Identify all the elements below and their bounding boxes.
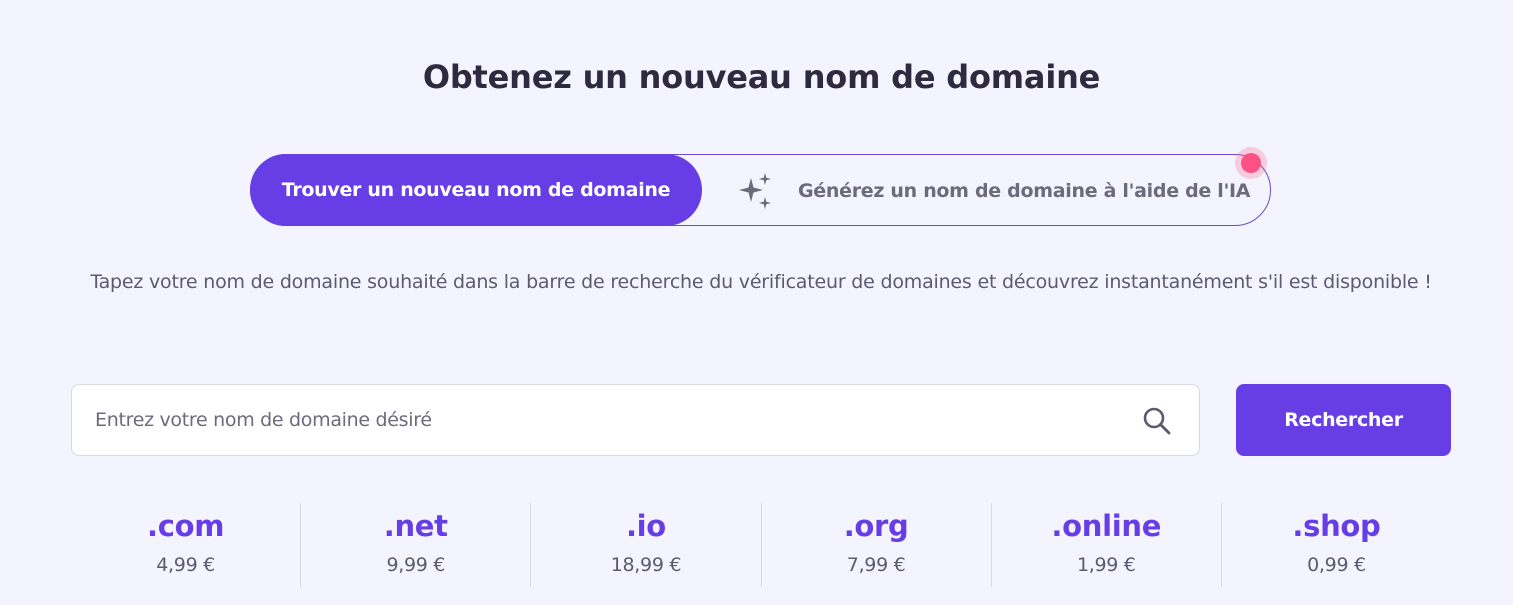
ai-generate-tab[interactable]: Générez un nom de domaine à l'aide de l'… xyxy=(737,155,1251,227)
tld-extension: .io xyxy=(625,509,666,543)
tld-extension: .net xyxy=(383,509,448,543)
tld-item-shop[interactable]: .shop 0,99 € xyxy=(1220,503,1451,587)
tld-price: 18,99 € xyxy=(610,554,682,576)
notification-dot xyxy=(1241,153,1261,173)
domain-search-box xyxy=(71,384,1200,456)
tld-extension: .org xyxy=(843,509,909,543)
tld-price: 7,99 € xyxy=(846,554,906,576)
tld-item-io[interactable]: .io 18,99 € xyxy=(530,503,760,587)
tld-item-org[interactable]: .org 7,99 € xyxy=(760,503,991,587)
tld-extension: .online xyxy=(1051,509,1162,543)
tld-price: 9,99 € xyxy=(386,554,446,576)
page-title: Obtenez un nouveau nom de domaine xyxy=(422,58,1101,96)
tld-price: 4,99 € xyxy=(156,554,215,576)
domain-search-input[interactable] xyxy=(72,385,1112,455)
tld-price-list: .com 4,99 € .net 9,99 € .io 18,99 € .org… xyxy=(71,503,1451,587)
tld-item-online[interactable]: .online 1,99 € xyxy=(990,503,1221,587)
search-button[interactable]: Rechercher xyxy=(1236,384,1451,456)
domain-mode-toggle: Trouver un nouveau nom de domaine Génére… xyxy=(250,147,1271,227)
tld-price: 0,99 € xyxy=(1307,554,1366,576)
find-domain-tab[interactable]: Trouver un nouveau nom de domaine xyxy=(250,154,702,226)
sparkles-icon xyxy=(739,173,771,209)
ai-generate-tab-label: Générez un nom de domaine à l'aide de l'… xyxy=(798,180,1251,202)
find-domain-tab-label: Trouver un nouveau nom de domaine xyxy=(281,179,671,201)
tld-extension: .shop xyxy=(1292,509,1381,543)
tld-extension: .com xyxy=(147,509,225,543)
search-icon[interactable] xyxy=(1142,406,1172,436)
description-text: Tapez votre nom de domaine souhaité dans… xyxy=(90,271,1432,293)
tld-price: 1,99 € xyxy=(1076,554,1136,576)
tld-item-com[interactable]: .com 4,99 € xyxy=(71,503,300,587)
tld-item-net[interactable]: .net 9,99 € xyxy=(300,503,530,587)
